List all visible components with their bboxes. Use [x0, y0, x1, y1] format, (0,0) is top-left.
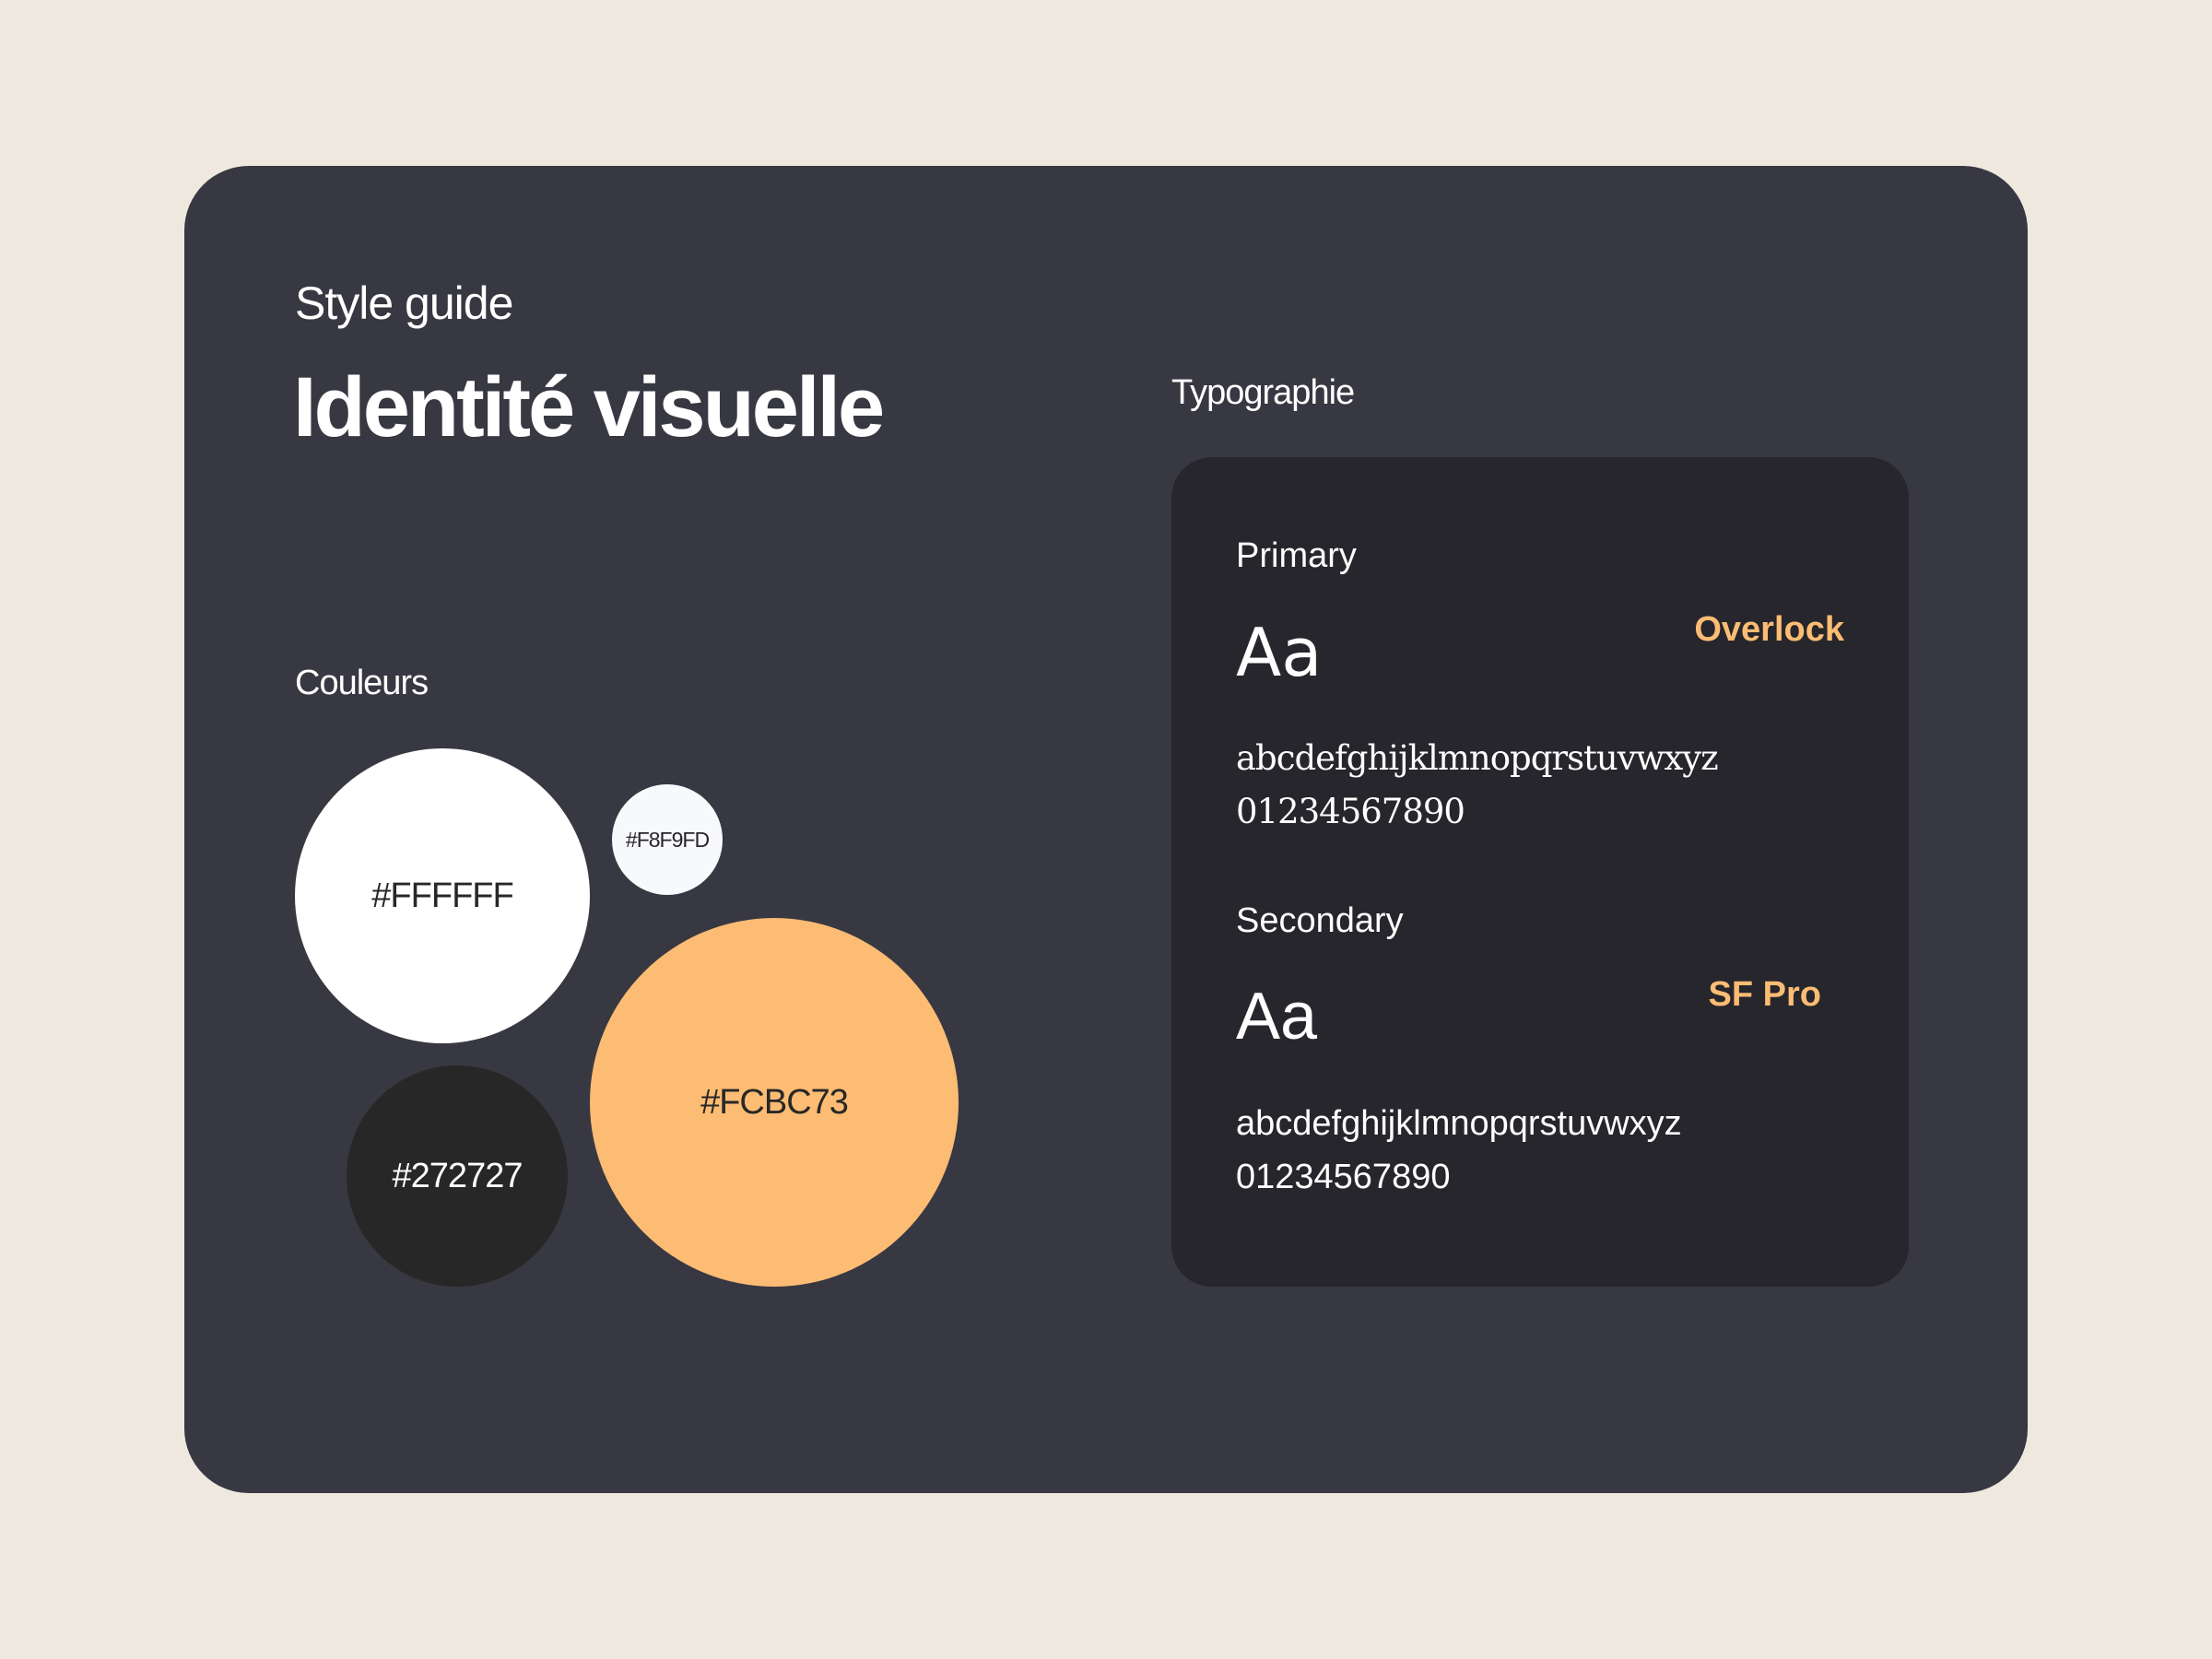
secondary-font-role: Secondary — [1236, 901, 1404, 940]
color-swatch-label: #FFFFFF — [371, 876, 513, 915]
color-swatch-accent: #FCBC73 — [590, 918, 959, 1287]
color-swatch-label: #F8F9FD — [625, 827, 710, 852]
page-title: Identité visuelle — [293, 360, 885, 454]
primary-digits: 01234567890 — [1236, 792, 1465, 831]
primary-font-glyphs: abcdefghijklmnopqrstuvwxyz 01234567890 — [1236, 732, 1719, 839]
primary-font-role: Primary — [1236, 536, 1357, 575]
colors-section-label: Couleurs — [295, 664, 429, 702]
color-swatch-label: #272727 — [392, 1156, 524, 1195]
secondary-font-sample: Aa — [1236, 980, 1318, 1053]
primary-alphabet: abcdefghijklmnopqrstuvwxyz — [1236, 738, 1719, 778]
secondary-alphabet: abcdefghijklmnopqrstuvwxyz — [1236, 1104, 1682, 1143]
color-swatch-label: #FCBC73 — [700, 1082, 849, 1122]
typography-section-label: Typographie — [1171, 373, 1355, 412]
color-swatch-white: #FFFFFF — [295, 748, 590, 1043]
secondary-digits: 01234567890 — [1236, 1158, 1451, 1196]
secondary-font-name: SF Pro — [1708, 975, 1821, 1014]
primary-font-sample: Aa — [1236, 614, 1323, 691]
primary-font-name: Overlock — [1694, 610, 1844, 649]
secondary-font-glyphs: abcdefghijklmnopqrstuvwxyz 01234567890 — [1236, 1097, 1682, 1204]
style-guide-card: Style guide Identité visuelle Couleurs #… — [184, 166, 2028, 1493]
color-swatch-light: #F8F9FD — [612, 784, 723, 895]
typography-card: Primary Aa Overlock abcdefghijklmnopqrst… — [1171, 457, 1909, 1287]
eyebrow-text: Style guide — [295, 277, 513, 329]
color-swatch-dark: #272727 — [347, 1065, 568, 1287]
